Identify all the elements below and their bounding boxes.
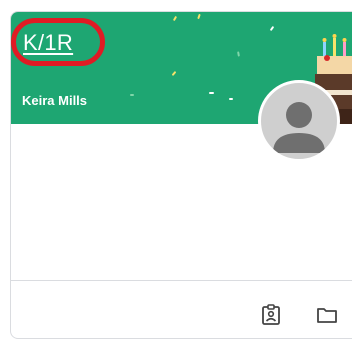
confetti-decoration bbox=[197, 13, 201, 20]
person-icon bbox=[273, 102, 325, 153]
confetti-decoration bbox=[209, 92, 214, 94]
confetti-decoration bbox=[237, 51, 240, 57]
confetti-decoration bbox=[171, 70, 177, 77]
confetti-decoration bbox=[172, 15, 178, 22]
assignment-ind-icon[interactable] bbox=[259, 303, 283, 327]
folder-icon[interactable] bbox=[315, 303, 339, 327]
footer-divider bbox=[11, 280, 352, 281]
teacher-avatar bbox=[258, 80, 340, 162]
teacher-name: Keira Mills bbox=[22, 93, 88, 108]
confetti-decoration bbox=[269, 25, 275, 32]
class-title-link[interactable]: K/1R bbox=[23, 30, 73, 56]
class-card[interactable]: K/1R Keira Mills bbox=[10, 11, 352, 339]
confetti-decoration bbox=[229, 98, 233, 100]
confetti-decoration bbox=[130, 94, 134, 96]
